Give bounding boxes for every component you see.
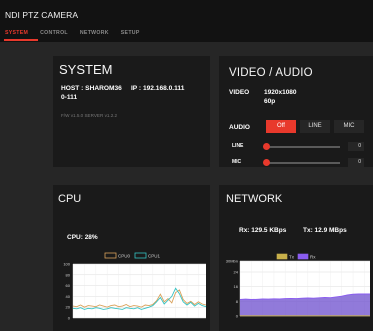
network-y-tick: 8: [236, 299, 239, 304]
tab-setup[interactable]: SETUP: [121, 30, 140, 36]
top-bar: NDI PTZ CAMERA SYSTEM CONTROL NETWORK SE…: [0, 0, 373, 42]
cpu-y-tick: 80: [66, 272, 71, 277]
line-level-label: LINE: [232, 143, 244, 149]
network-y-tick: 30Mbn: [226, 259, 238, 264]
network-card: NETWORK Rx: 129.5 KBps Tx: 12.9 MBps 30M…: [219, 185, 373, 331]
host-info: HOST : SHAROM36 IP : 192.168.0.111 0-111: [61, 85, 211, 102]
system-card: SYSTEM HOST : SHAROM36 IP : 192.168.0.11…: [53, 56, 210, 167]
firmware-version: F/W v1.5.0 SERVER v1.2.2: [61, 113, 118, 118]
cpu-legend-label: CPU0: [118, 254, 131, 259]
tab-control[interactable]: CONTROL: [40, 30, 68, 36]
app-title: NDI PTZ CAMERA: [5, 10, 79, 20]
host-ip-line: HOST : SHAROM36 IP : 192.168.0.111: [61, 85, 185, 92]
network-chart: 30Mbn 24 16 8 0 Tx Rx: [226, 253, 370, 319]
network-legend-label: Tx: [289, 255, 295, 260]
main-tabs: SYSTEM CONTROL NETWORK SETUP: [5, 30, 140, 36]
tab-system[interactable]: SYSTEM: [5, 30, 28, 36]
video-framerate: 60p: [264, 97, 276, 105]
cpu-y-tick: 20: [66, 305, 71, 310]
video-audio-card: VIDEO / AUDIO VIDEO 1920x1080 60p AUDIO …: [219, 56, 373, 167]
audio-label: AUDIO: [229, 124, 250, 131]
mic-level-slider[interactable]: [266, 162, 340, 164]
host-ip-line-wrap: 0-111: [61, 93, 78, 101]
cpu-legend-label: CPU1: [148, 254, 161, 259]
cpu-plot-area: [73, 264, 206, 318]
cpu-legend-swatch: [104, 252, 117, 259]
line-level-handle[interactable]: [263, 143, 270, 150]
audio-line-button[interactable]: LINE: [300, 120, 330, 133]
cpu-y-tick: 60: [66, 283, 71, 288]
network-y-tick: 24: [234, 270, 239, 275]
cpu-legend-swatch: [134, 252, 147, 259]
cpu-chart: 100 80 60 40 20 0 CPU0 CPU1: [63, 252, 207, 321]
video-label: VIDEO: [229, 89, 250, 96]
mic-level-handle[interactable]: [263, 159, 270, 166]
line-level-slider[interactable]: [266, 146, 340, 148]
video-format: 1920x1080 60p: [264, 89, 297, 106]
network-y-tick: 0: [236, 314, 239, 319]
network-legend-label: Rx: [310, 255, 316, 260]
mic-level-label: MIC: [232, 159, 242, 165]
cpu-y-tick: 40: [66, 294, 71, 299]
network-legend-swatch: [276, 253, 288, 260]
cpu-y-tick: 0: [68, 316, 71, 321]
network-legend-swatch: [297, 253, 309, 260]
audio-off-button[interactable]: Off: [266, 120, 296, 133]
system-title: SYSTEM: [59, 62, 113, 77]
video-resolution: 1920x1080: [264, 89, 297, 96]
tab-network[interactable]: NETWORK: [80, 30, 109, 36]
cpu-y-tick: 100: [63, 262, 70, 267]
active-tab-indicator: [4, 39, 38, 41]
line-level-input[interactable]: 0: [348, 142, 364, 151]
network-y-tick: 16: [234, 284, 239, 289]
cpu-card: CPU CPU: 28% 100 80 60 40 20 0 CPU0 CPU1: [53, 185, 210, 331]
mic-level-input[interactable]: 0: [348, 158, 364, 167]
video-audio-title: VIDEO / AUDIO: [229, 67, 313, 79]
audio-mic-button[interactable]: MIC: [334, 120, 364, 133]
